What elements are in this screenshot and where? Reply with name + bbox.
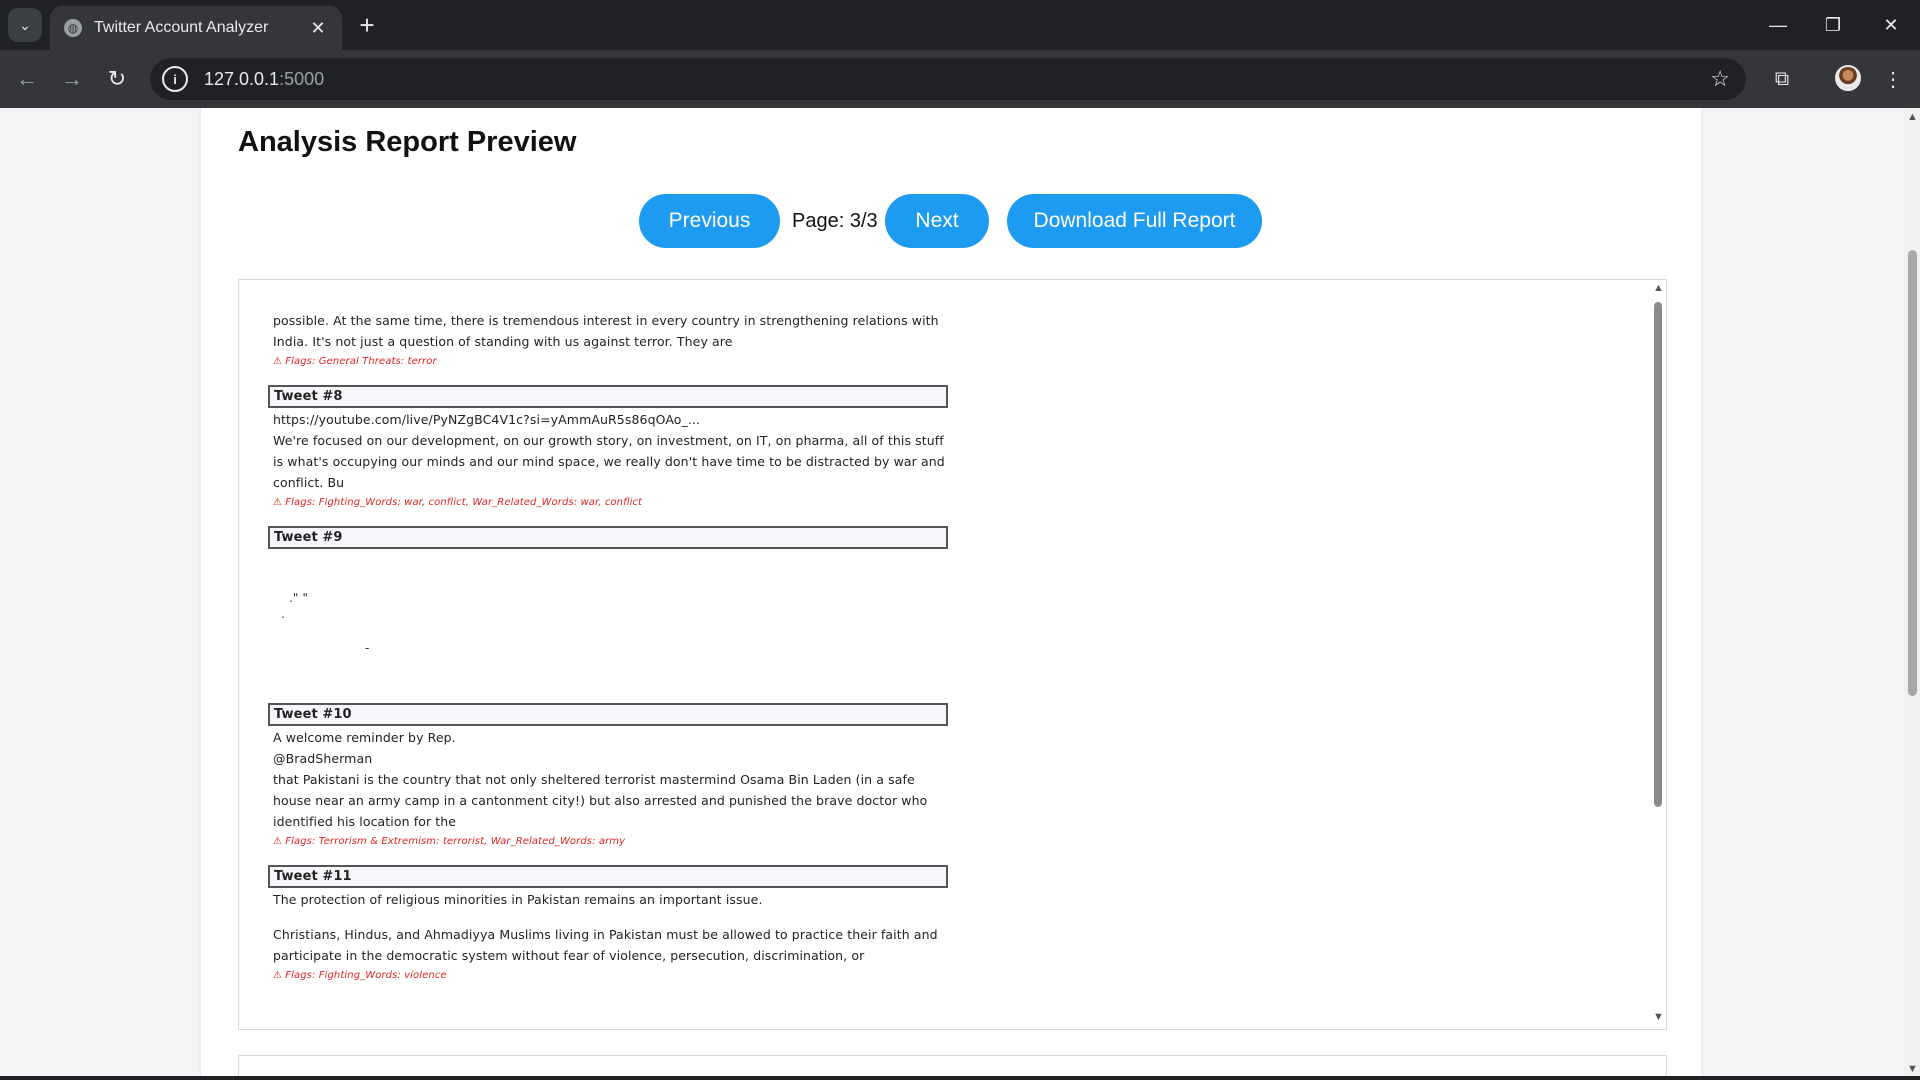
text-fragment: - xyxy=(365,641,370,655)
pagination-controls: Previous Page: 3/3 Next Download Full Re… xyxy=(201,194,1701,248)
doc-line: India. It's not just a question of stand… xyxy=(273,334,733,349)
text-fragment: . xyxy=(281,607,285,621)
url-port: :5000 xyxy=(279,68,325,89)
tweet-header: Tweet #10 xyxy=(268,703,948,726)
extensions-icon[interactable]: ⧉ xyxy=(1765,62,1799,96)
next-button[interactable]: Next xyxy=(885,194,989,248)
scroll-up-icon[interactable]: ▲ xyxy=(1653,282,1664,294)
tab-list-icon[interactable]: ⌄ xyxy=(8,8,42,42)
info-icon[interactable]: i xyxy=(162,66,188,92)
scroll-down-icon[interactable]: ▼ xyxy=(1653,1011,1664,1023)
browser-tab-bar: ⌄ ◍ Twitter Account Analyzer ✕ + — ❐ ✕ xyxy=(0,0,1920,50)
report-card: Analysis Report Preview Previous Page: 3… xyxy=(201,108,1701,1080)
page-scroll-thumb[interactable] xyxy=(1908,250,1917,696)
doc-line: possible. At the same time, there is tre… xyxy=(273,313,939,328)
doc-line: A welcome reminder by Rep. xyxy=(273,730,456,745)
address-bar[interactable]: i 127.0.0.1:5000 ☆ xyxy=(150,58,1746,100)
taskbar-edge xyxy=(0,1076,1920,1080)
doc-line: conflict. Bu xyxy=(273,475,345,490)
tab-title: Twitter Account Analyzer xyxy=(94,19,269,36)
forward-icon[interactable]: → xyxy=(55,62,89,96)
tweet-9-body: ." " . - xyxy=(273,550,949,700)
doc-line: participate in the democratic system wit… xyxy=(273,948,865,963)
preview-scroll-thumb[interactable] xyxy=(1654,302,1662,807)
doc-line: identified his location for the xyxy=(273,814,457,829)
page-indicator: Page: 3/3 xyxy=(792,210,878,232)
doc-line: The protection of religious minorities i… xyxy=(273,892,763,907)
minimize-icon[interactable]: — xyxy=(1755,8,1801,42)
report-document: possible. At the same time, there is tre… xyxy=(268,310,949,984)
window-close-icon[interactable]: ✕ xyxy=(1868,8,1914,42)
report-preview-frame[interactable]: possible. At the same time, there is tre… xyxy=(238,279,1667,1030)
profile-avatar[interactable] xyxy=(1835,65,1861,91)
reload-icon[interactable]: ↻ xyxy=(100,62,134,96)
text-fragment: ." " xyxy=(289,591,309,605)
tweet-header: Tweet #11 xyxy=(268,865,948,888)
browser-tab[interactable]: ◍ Twitter Account Analyzer ✕ xyxy=(50,6,342,50)
doc-line: house near an army camp in a cantonment … xyxy=(273,793,928,808)
page-scrollbar[interactable]: ▲ ▼ xyxy=(1904,108,1920,1080)
star-icon[interactable]: ☆ xyxy=(1710,66,1730,92)
flag-text: ⚠ Flags: General Threats: terror xyxy=(273,356,437,367)
flag-text: ⚠ Flags: Fighting_Words: violence xyxy=(273,970,447,981)
doc-line: Christians, Hindus, and Ahmadiyya Muslim… xyxy=(273,927,938,942)
scroll-up-icon[interactable]: ▲ xyxy=(1907,111,1918,123)
tweet-header: Tweet #9 xyxy=(268,526,948,549)
plus-icon[interactable]: + xyxy=(352,10,382,40)
doc-line: is what's occupying our minds and our mi… xyxy=(273,454,945,469)
url-text[interactable]: 127.0.0.1:5000 xyxy=(204,69,1710,90)
doc-line: that Pakistani is the country that not o… xyxy=(273,772,915,787)
preview-scrollbar[interactable]: ▲ ▼ xyxy=(1650,280,1666,1029)
back-icon[interactable]: ← xyxy=(10,62,44,96)
page-viewport: Analysis Report Preview Previous Page: 3… xyxy=(0,108,1904,1080)
close-icon[interactable]: ✕ xyxy=(304,18,332,39)
doc-line: We're focused on our development, on our… xyxy=(273,433,944,448)
menu-icon[interactable]: ⋮ xyxy=(1876,62,1910,96)
url-host: 127.0.0.1 xyxy=(204,68,280,89)
browser-toolbar: ← → ↻ i 127.0.0.1:5000 ☆ ⧉ ⋮ xyxy=(0,50,1920,108)
globe-icon: ◍ xyxy=(64,19,82,37)
flag-text: ⚠ Flags: Fighting_Words: war, conflict, … xyxy=(273,497,643,508)
flag-text: ⚠ Flags: Terrorism & Extremism: terroris… xyxy=(273,836,626,847)
tweet-header: Tweet #8 xyxy=(268,385,948,408)
previous-button[interactable]: Previous xyxy=(639,194,780,248)
doc-line: https://youtube.com/live/PyNZgBC4V1c?si=… xyxy=(273,412,701,427)
doc-line: @BradSherman xyxy=(273,751,373,766)
page-title: Analysis Report Preview xyxy=(238,126,577,158)
download-full-report-button[interactable]: Download Full Report xyxy=(1007,194,1262,248)
scroll-down-icon[interactable]: ▼ xyxy=(1907,1063,1918,1075)
restore-icon[interactable]: ❐ xyxy=(1810,8,1856,42)
